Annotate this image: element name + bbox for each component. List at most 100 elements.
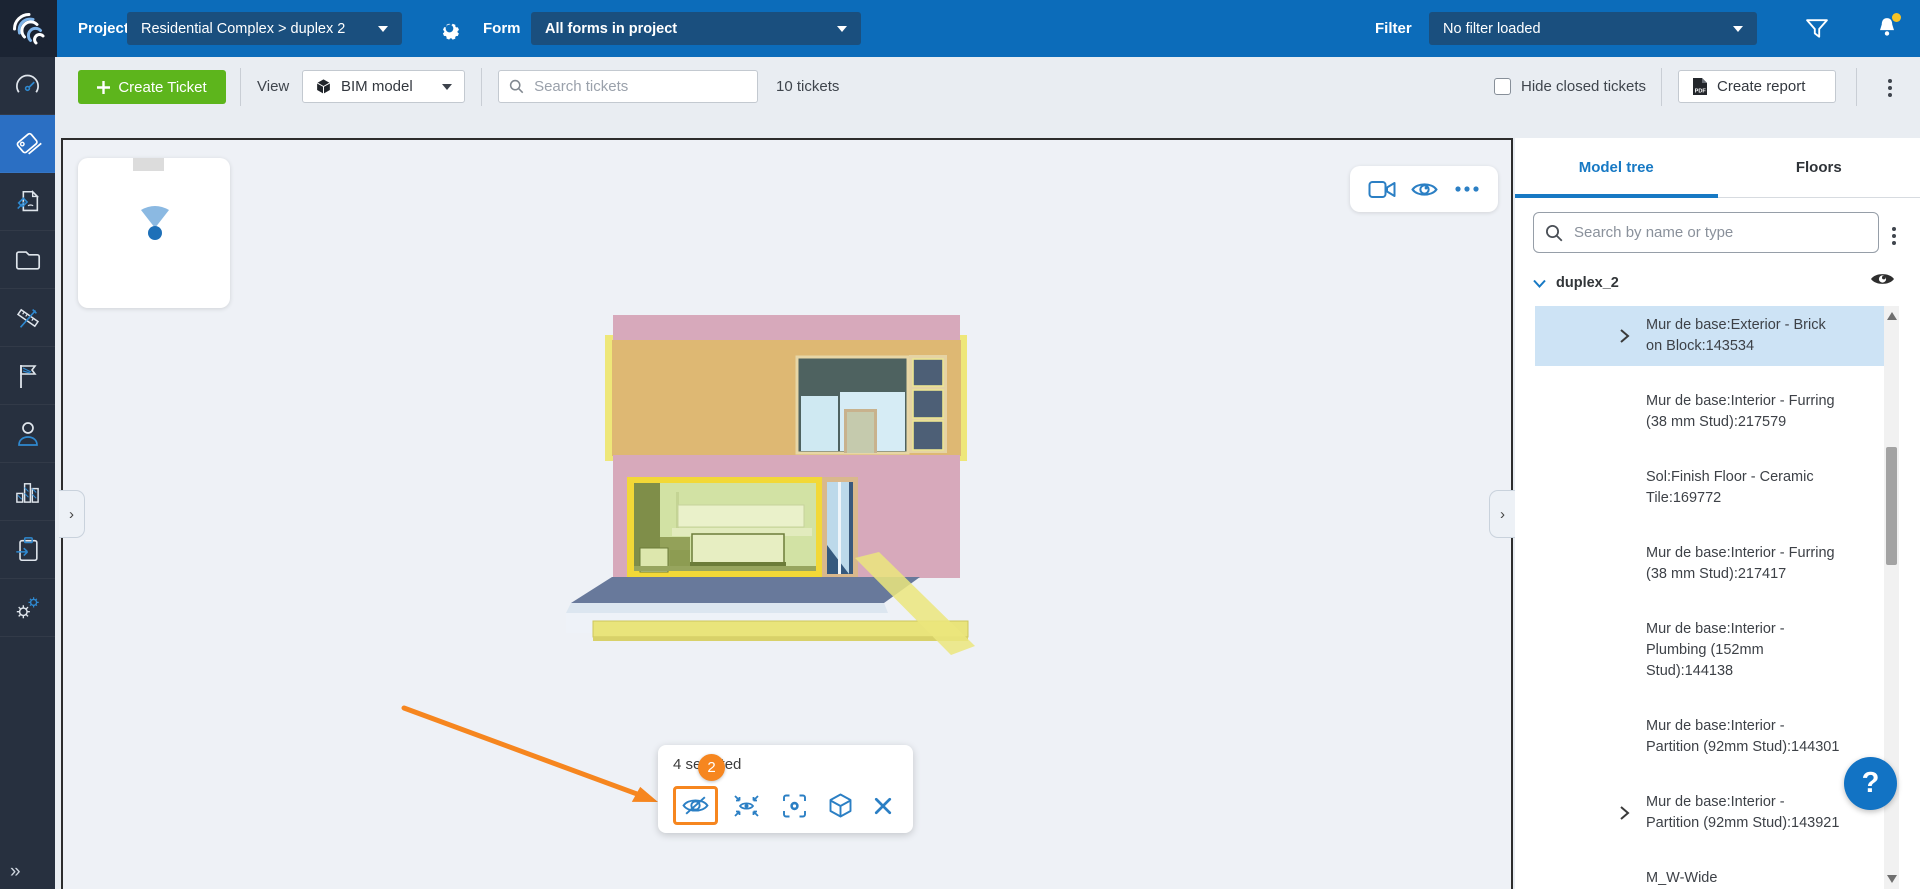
visibility-eye-icon[interactable]: [1870, 270, 1895, 288]
chevron-down-icon: [442, 84, 452, 90]
help-button[interactable]: ?: [1844, 757, 1897, 810]
tab-floors[interactable]: Floors: [1718, 138, 1920, 197]
chevron-right-icon[interactable]: [1619, 328, 1630, 344]
divider: [481, 68, 482, 106]
folder-icon: [14, 247, 42, 272]
sidebar-item-people[interactable]: [0, 405, 55, 463]
tree-item[interactable]: Mur de base:Interior - Partition (92mm S…: [1535, 707, 1885, 767]
plus-icon: [97, 81, 110, 94]
form-dropdown-value: All forms in project: [545, 21, 677, 37]
tree-search[interactable]: [1533, 212, 1879, 253]
panel-tabs: Model tree Floors: [1515, 138, 1920, 198]
tree-search-input[interactable]: [1572, 223, 1867, 242]
chevron-down-icon: [1733, 26, 1743, 32]
view-dropdown-value: BIM model: [341, 78, 413, 95]
cube-icon: [315, 78, 332, 95]
scroll-up-arrow[interactable]: [1887, 312, 1897, 320]
search-icon: [509, 78, 524, 95]
minimap-card[interactable]: [78, 158, 230, 308]
create-ticket-button[interactable]: Create Ticket: [78, 70, 226, 104]
chevron-down-icon: [837, 26, 847, 32]
search-icon: [1545, 224, 1563, 242]
tree-item[interactable]: Mur de base:Exterior - Brick on Block:14…: [1535, 306, 1885, 366]
app-logo[interactable]: [0, 0, 57, 57]
scrollbar-thumb[interactable]: [1886, 447, 1897, 565]
ticket-search-input[interactable]: [532, 77, 747, 96]
sidebar-item-analytics[interactable]: [0, 463, 55, 521]
project-dropdown[interactable]: Residential Complex > duplex 2: [127, 12, 402, 45]
zoom-selection-icon[interactable]: [776, 788, 813, 824]
cube-icon[interactable]: [822, 787, 859, 825]
form-label: Form: [483, 0, 521, 57]
project-label: Project: [78, 0, 129, 57]
measure-icon: [14, 304, 42, 332]
right-panel-collapse-handle[interactable]: ›: [1489, 490, 1515, 538]
hide-closed-label: Hide closed tickets: [1521, 78, 1646, 95]
view-dropdown[interactable]: BIM model: [302, 70, 465, 103]
sidebar-expand-button[interactable]: »: [0, 855, 55, 889]
swirl-logo-icon: [9, 9, 49, 49]
selection-badge: 2: [698, 754, 725, 781]
ticket-count: 10 tickets: [776, 78, 839, 95]
application-window: Project Residential Complex > duplex 2 F…: [0, 0, 1920, 889]
sidebar-item-settings[interactable]: [0, 579, 55, 637]
divider: [1856, 68, 1857, 106]
sidebar-item-measure[interactable]: [0, 289, 55, 347]
tree-root-row[interactable]: duplex_2: [1533, 268, 1903, 298]
sidebar-item-flags[interactable]: [0, 347, 55, 405]
eye-icon[interactable]: [1411, 180, 1438, 199]
ticket-search[interactable]: [498, 70, 758, 103]
pdf-icon: PDF: [1692, 77, 1708, 96]
funnel-icon[interactable]: [1806, 19, 1828, 39]
tag-icon: [13, 129, 42, 158]
tree-item[interactable]: Mur de base:Interior - Partition (92mm S…: [1535, 783, 1885, 843]
form-dropdown[interactable]: All forms in project: [531, 12, 861, 45]
bar-chart-icon: [14, 478, 41, 505]
minimap-wall: [133, 158, 164, 171]
camera-position-marker: [134, 202, 176, 248]
tree-root-label: duplex_2: [1556, 275, 1619, 291]
speedometer-icon: [14, 72, 41, 99]
selection-toolbar: 4 selected 2: [658, 745, 913, 833]
sidebar-item-reports[interactable]: [0, 173, 55, 231]
tree-kebab-menu-icon[interactable]: [1888, 223, 1900, 249]
divider: [240, 68, 241, 106]
tree-item[interactable]: Mur de base:Interior - Plumbing (152mm S…: [1535, 610, 1885, 691]
gears-icon: [14, 594, 42, 622]
sidebar-item-files[interactable]: [0, 231, 55, 289]
expand-icon: »: [10, 861, 21, 883]
tree-item[interactable]: M_W-Wide Flange:W410X60:208949: [1535, 859, 1885, 889]
tab-model-tree[interactable]: Model tree: [1515, 138, 1718, 197]
project-dropdown-value: Residential Complex > duplex 2: [141, 21, 345, 37]
video-camera-icon[interactable]: [1368, 180, 1396, 199]
sidebar-item-transmit[interactable]: [0, 521, 55, 579]
left-panel-collapse-handle[interactable]: ›: [59, 490, 85, 538]
filter-dropdown[interactable]: No filter loaded: [1429, 12, 1757, 45]
hide-icon[interactable]: [673, 786, 718, 825]
tree-item[interactable]: Mur de base:Interior - Furring (38 mm St…: [1535, 382, 1885, 442]
tree-item[interactable]: Mur de base:Interior - Furring (38 mm St…: [1535, 534, 1885, 594]
viewer-toolbar: [1350, 166, 1498, 212]
create-report-button[interactable]: PDF Create report: [1678, 70, 1836, 103]
top-navigation-bar: Project Residential Complex > duplex 2 F…: [0, 0, 1920, 57]
gear-icon[interactable]: [438, 17, 461, 40]
close-icon[interactable]: [868, 791, 898, 821]
svg-text:PDF: PDF: [1695, 89, 1707, 95]
sidebar-item-tickets[interactable]: [0, 115, 55, 173]
tree-item[interactable]: Sol:Finish Floor - Ceramic Tile:169772: [1535, 458, 1885, 518]
bim-model-section-view[interactable]: [560, 310, 990, 655]
bell-icon[interactable]: [1876, 16, 1898, 40]
pin-document-icon: [14, 188, 42, 216]
kebab-menu-icon[interactable]: [1884, 75, 1896, 101]
chevron-right-icon[interactable]: [1619, 805, 1630, 821]
notification-dot: [1892, 13, 1901, 22]
isolate-icon[interactable]: [727, 788, 766, 824]
left-sidebar: »: [0, 57, 55, 889]
filter-dropdown-value: No filter loaded: [1443, 21, 1541, 37]
sidebar-item-dashboard[interactable]: [0, 57, 55, 115]
hide-closed-checkbox[interactable]: [1494, 78, 1511, 95]
ellipsis-icon[interactable]: [1454, 186, 1480, 192]
model-tree-list: Mur de base:Exterior - Brick on Block:14…: [1535, 306, 1885, 889]
scroll-down-arrow[interactable]: [1887, 875, 1897, 883]
clipboard-arrow-icon: [14, 536, 41, 564]
